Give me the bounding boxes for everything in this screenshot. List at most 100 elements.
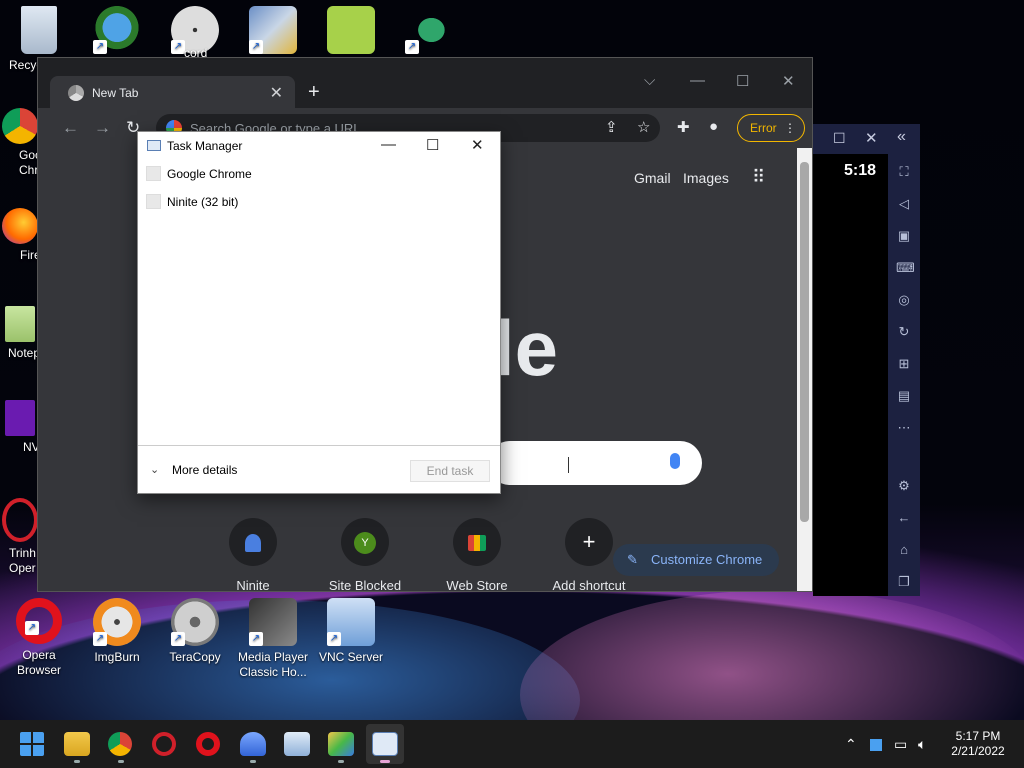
new-tab-button[interactable]: + — [308, 81, 320, 104]
more-details-link[interactable]: More details — [172, 463, 237, 477]
taskbar-bluestacks-icon[interactable] — [328, 732, 354, 756]
volume-icon[interactable]: ◁ — [896, 196, 912, 212]
emulator-maximize-icon[interactable]: ☐ — [833, 130, 846, 147]
desktop-icon-infrarecord[interactable]: ↗ cord — [156, 6, 234, 60]
app-placeholder-icon — [146, 166, 161, 181]
volume-speaker-icon[interactable]: 🔈︎ — [918, 736, 926, 753]
record-icon[interactable]: ◎ — [896, 292, 912, 308]
gmail-link[interactable]: Gmail — [634, 170, 671, 186]
voice-search-mic-icon[interactable] — [670, 453, 680, 469]
taskbar-opera-gx-icon[interactable] — [152, 732, 176, 756]
end-task-button[interactable]: End task — [410, 460, 490, 482]
gamepad-icon[interactable]: ⊞ — [896, 356, 912, 372]
desktop-icon-hummingbird[interactable]: ↗ — [390, 6, 468, 58]
task-row-ninite[interactable]: Ninite (32 bit) — [138, 188, 500, 216]
desktop-icon-downloader[interactable]: ↗ — [78, 6, 156, 58]
more-options-icon[interactable]: ⋯ — [896, 420, 912, 436]
tm-maximize-icon[interactable]: ☐ — [426, 136, 439, 154]
recent-apps-icon[interactable]: ❐ — [896, 574, 912, 590]
extensions-puzzle-icon[interactable]: ✚ — [677, 118, 690, 136]
recycle-bin-icon — [21, 6, 57, 54]
taskbar-task-manager-icon[interactable] — [372, 732, 398, 756]
share-icon[interactable]: ⇪ — [605, 118, 618, 136]
desktop-icon-label: ImgBurn — [94, 650, 140, 664]
settings-gear-icon[interactable]: ⚙ — [896, 478, 912, 494]
shortcut-ninite[interactable]: Ninite — [203, 518, 303, 591]
back-icon[interactable]: ← — [62, 118, 79, 138]
ninite-icon — [229, 518, 277, 566]
shortcut-label: Site Blocked — [328, 578, 402, 592]
task-row-google-chrome[interactable]: Google Chrome — [138, 160, 500, 188]
tab-title: New Tab — [92, 86, 139, 100]
task-manager-titlebar[interactable]: Task Manager — ☐ ✕ — [138, 132, 500, 160]
desktop-icon-nv[interactable]: NV — [0, 400, 40, 455]
desktop-icon-notepad[interactable]: Notep — [0, 306, 40, 361]
desktop-icon-opera-browser[interactable]: ↗ Opera Browser — [0, 598, 78, 678]
tray-app-icon[interactable] — [870, 739, 882, 751]
rotate-icon[interactable]: ↻ — [896, 324, 912, 340]
taskbar-opera-icon[interactable] — [196, 732, 220, 756]
desktop-icon-imgburn[interactable]: ↗ ImgBurn — [78, 598, 156, 665]
file-explorer-icon[interactable] — [64, 732, 90, 756]
emulator-close-icon[interactable]: ✕ — [865, 129, 878, 147]
start-windows-icon[interactable] — [20, 732, 44, 756]
desktop-icon-label: TeraCopy — [169, 650, 221, 664]
chrome-menu-icon[interactable]: ⋮ — [784, 115, 796, 141]
tm-close-icon[interactable]: ✕ — [471, 136, 484, 154]
desktop-icon-trinh-oper[interactable]: Trinh Oper — [0, 498, 40, 576]
window-close-icon[interactable]: ✕ — [782, 72, 795, 90]
pointer-icon[interactable]: ▣ — [896, 228, 912, 244]
customize-chrome-button[interactable]: ✎ Customize Chrome — [613, 544, 779, 576]
pea-pod-icon — [327, 6, 375, 54]
google-apps-grid-icon[interactable]: ⠿ — [752, 167, 765, 188]
desktop-icon-label: Trinh Oper — [9, 546, 36, 575]
desktop-icon-media-player-classic[interactable]: ↗ Media Player Classic Ho... — [234, 598, 312, 680]
desktop-icon-firefox[interactable]: Fire — [0, 208, 41, 263]
android-back-icon[interactable]: ← — [896, 510, 912, 526]
desktop-icon-google-chrome[interactable]: Goo Chr — [0, 108, 42, 178]
desktop-icon-teracopy[interactable]: ↗ TeraCopy — [156, 598, 234, 665]
tab-new-tab[interactable]: New Tab ✕ — [50, 76, 295, 110]
shortcut-arrow-icon: ↗ — [171, 632, 185, 646]
shortcut-site-blocked[interactable]: Y Site Blocked — [315, 518, 415, 592]
desktop-icon-label: VNC Server — [318, 650, 383, 664]
text-cursor — [568, 457, 569, 473]
media-player-classic-icon: ↗ — [249, 598, 297, 646]
desktop-icon-vnc-server[interactable]: ↗ VNC Server — [312, 598, 390, 665]
chrome-tab-favicon-icon — [68, 85, 84, 101]
task-name: Ninite (32 bit) — [167, 195, 239, 209]
taskbar-ninite-icon[interactable] — [240, 732, 266, 756]
desktop-icon-label: Fire — [20, 248, 41, 262]
opera-browser-icon: ↗ — [16, 598, 62, 644]
taskbar-network-icon[interactable] — [284, 732, 310, 756]
keyboard-icon[interactable]: ⌨ — [896, 260, 915, 276]
android-home-icon[interactable]: ⌂ — [896, 542, 912, 558]
fullscreen-icon[interactable]: ⛶ — [896, 164, 912, 180]
ntp-search-box[interactable] — [488, 441, 702, 485]
desktop-icon-label: Goo Chr — [19, 148, 42, 177]
network-monitor-icon[interactable]: ▭ — [894, 736, 907, 753]
globe-download-icon: ↗ — [93, 6, 141, 54]
images-link[interactable]: Images — [683, 170, 729, 186]
bookmark-star-icon[interactable]: ☆ — [637, 118, 650, 136]
taskbar-chrome-icon[interactable] — [108, 732, 132, 756]
minimize-icon[interactable]: — — [690, 72, 705, 89]
desktop-icon-installer[interactable]: ↗ — [234, 6, 312, 58]
tab-search-chevron-icon[interactable]: ⌵ — [644, 72, 655, 89]
chevron-down-icon[interactable]: ⌄ — [150, 463, 159, 476]
scrollbar-thumb[interactable] — [800, 162, 809, 522]
collapse-sidebar-icon[interactable]: « — [897, 128, 906, 146]
system-clock[interactable]: 5:17 PM 2/21/2022 — [946, 729, 1010, 759]
profile-error-button[interactable]: Error ⋮ — [737, 114, 805, 142]
tm-minimize-icon[interactable]: — — [381, 136, 396, 153]
shortcut-web-store[interactable]: Web Store — [427, 518, 527, 591]
apk-icon[interactable]: ▤ — [896, 388, 912, 404]
profile-avatar-icon[interactable]: ● — [709, 118, 718, 135]
maximize-icon[interactable]: ☐ — [736, 72, 749, 90]
forward-icon[interactable]: → — [94, 118, 111, 138]
tab-close-icon[interactable]: ✕ — [270, 83, 283, 103]
desktop-icon-peazip[interactable] — [312, 6, 390, 58]
tray-chevron-up-icon[interactable]: ⌃ — [845, 736, 857, 753]
page-scrollbar[interactable] — [797, 148, 812, 591]
emulator-titlebar: ☐ ✕ « — [813, 124, 920, 154]
